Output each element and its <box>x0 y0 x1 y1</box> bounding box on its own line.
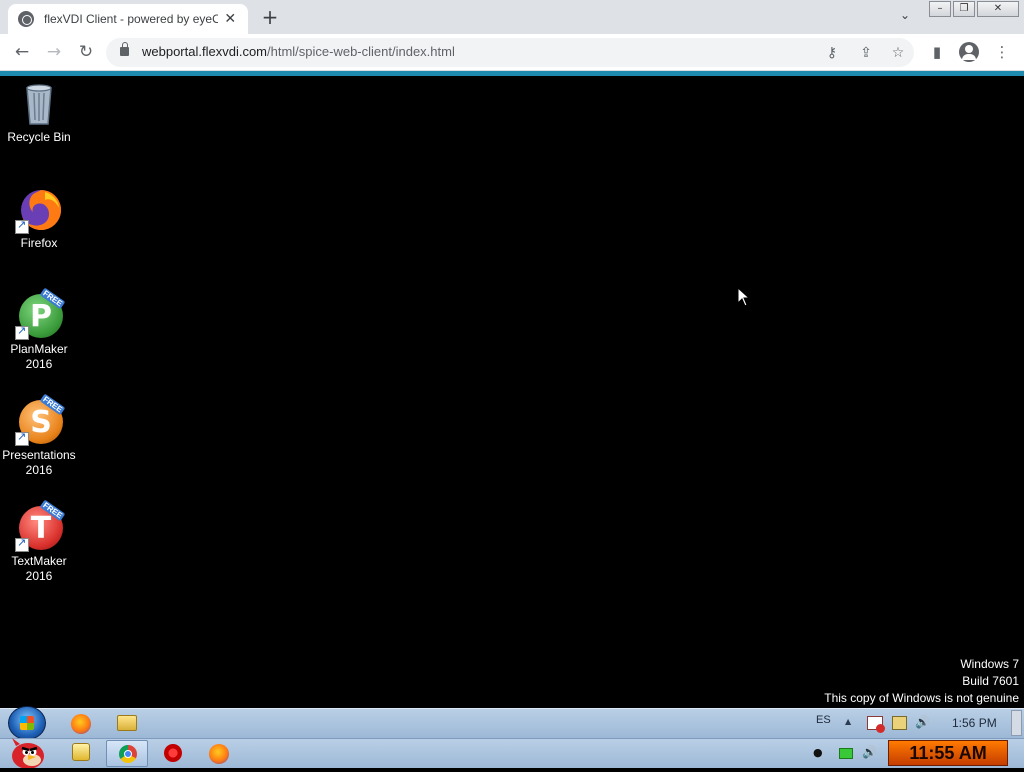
explorer-icon[interactable] <box>72 743 90 761</box>
chevron-down-icon[interactable]: ⌄ <box>896 8 914 26</box>
shortcut-arrow-icon <box>15 324 29 340</box>
close-icon[interactable]: ✕ <box>222 11 238 27</box>
folder-icon[interactable] <box>117 715 137 731</box>
firefox-icon[interactable] <box>71 714 91 734</box>
textmaker-icon: T FREE <box>15 499 66 552</box>
language-indicator[interactable]: ES <box>816 714 831 726</box>
watermark-line: Windows 7 <box>960 657 1019 671</box>
chrome-icon <box>119 745 137 763</box>
new-tab-button[interactable]: + <box>259 6 281 28</box>
tab-title: flexVDI Client - powered by eyeOS <box>44 12 219 26</box>
planmaker-icon: P FREE <box>15 287 66 340</box>
menu-icon[interactable]: ⋮ <box>991 41 1013 63</box>
minimize-button[interactable]: – <box>929 1 951 17</box>
desktop-icon-label: Presentations 2016 <box>2 448 76 477</box>
lock-icon[interactable] <box>120 42 129 56</box>
browser-toolbar: ← → ↻ webportal.flexvdi.com/html/spice-w… <box>0 34 1024 71</box>
window-close-button[interactable]: ✕ <box>977 1 1019 17</box>
action-center-flag-icon[interactable] <box>867 716 885 733</box>
angry-bird-icon[interactable] <box>6 736 48 769</box>
watermark-line: This copy of Windows is not genuine <box>824 691 1019 705</box>
remote-desktop[interactable]: Recycle Bin Firefox P FREE PlanMaker 201… <box>0 76 1024 708</box>
url-path: /html/spice-web-client/index.html <box>267 44 455 59</box>
presentations-icon: S FREE <box>15 393 66 446</box>
scrollbar-thumb[interactable] <box>1011 710 1022 736</box>
key-icon[interactable]: ⚷ <box>822 43 842 63</box>
shortcut-arrow-icon <box>15 430 29 446</box>
desktop-icon-label: PlanMaker 2016 <box>10 342 68 371</box>
volume-icon[interactable]: 🔊 <box>915 715 930 729</box>
globe-icon <box>18 11 34 27</box>
desktop-icon-planmaker[interactable]: P FREE PlanMaker 2016 <box>0 287 78 372</box>
show-hidden-icons-button[interactable]: ▲ <box>845 717 851 726</box>
desktop-icon-firefox[interactable]: Firefox <box>0 186 78 251</box>
taskbar-chrome-button[interactable] <box>106 740 148 767</box>
recycle-bin-icon <box>15 80 63 128</box>
share-icon[interactable]: ⇪ <box>856 43 876 63</box>
start-button[interactable] <box>8 706 46 740</box>
remote-taskbar: ES ▲ 🔊 1:56 PM <box>0 708 1024 738</box>
network-icon[interactable] <box>892 716 907 730</box>
local-taskbar: ● 🔊 <box>0 738 1024 768</box>
address-bar[interactable]: webportal.flexvdi.com/html/spice-web-cli… <box>106 38 914 67</box>
desktop-icon-recycle-bin[interactable]: Recycle Bin <box>0 80 78 145</box>
shortcut-arrow-icon <box>15 218 29 234</box>
profile-icon[interactable] <box>959 42 979 62</box>
back-button[interactable]: ← <box>10 40 34 64</box>
shortcut-arrow-icon <box>15 536 29 552</box>
desktop-icon-presentations[interactable]: S FREE Presentations 2016 <box>0 393 78 478</box>
opera-icon[interactable] <box>164 744 182 762</box>
windows-watermark: Windows 7 Build 7601 This copy of Window… <box>824 656 1019 707</box>
side-panel-icon[interactable]: ▮ <box>926 41 948 63</box>
firefox-icon[interactable] <box>209 744 229 764</box>
browser-tab-strip: flexVDI Client - powered by eyeOS ✕ + ⌄ … <box>0 0 1024 34</box>
desktop-icon-textmaker[interactable]: T FREE TextMaker 2016 <box>0 499 78 584</box>
firefox-icon <box>15 186 63 234</box>
desktop-clock-widget[interactable]: 11:55 AM <box>888 740 1008 766</box>
volume-icon[interactable]: 🔊 <box>862 745 877 759</box>
watermark-line: Build 7601 <box>962 674 1019 688</box>
url-domain: webportal.flexvdi.com <box>142 44 267 59</box>
desktop-icon-label: TextMaker 2016 <box>11 554 67 583</box>
forward-button[interactable]: → <box>42 40 66 64</box>
url-text[interactable]: webportal.flexvdi.com/html/spice-web-cli… <box>142 44 455 59</box>
desktop-icon-label: Firefox <box>20 236 58 250</box>
battery-icon[interactable] <box>839 748 853 759</box>
record-dot-icon[interactable]: ● <box>813 746 823 759</box>
browser-tab[interactable]: flexVDI Client - powered by eyeOS ✕ <box>8 4 248 34</box>
desktop-icon-label: Recycle Bin <box>7 130 71 144</box>
mouse-cursor-icon <box>737 286 751 311</box>
taskbar-clock[interactable]: 1:56 PM <box>952 716 997 730</box>
reload-button[interactable]: ↻ <box>74 40 98 64</box>
star-icon[interactable]: ☆ <box>888 43 908 63</box>
restore-button[interactable]: ❐ <box>953 1 975 17</box>
